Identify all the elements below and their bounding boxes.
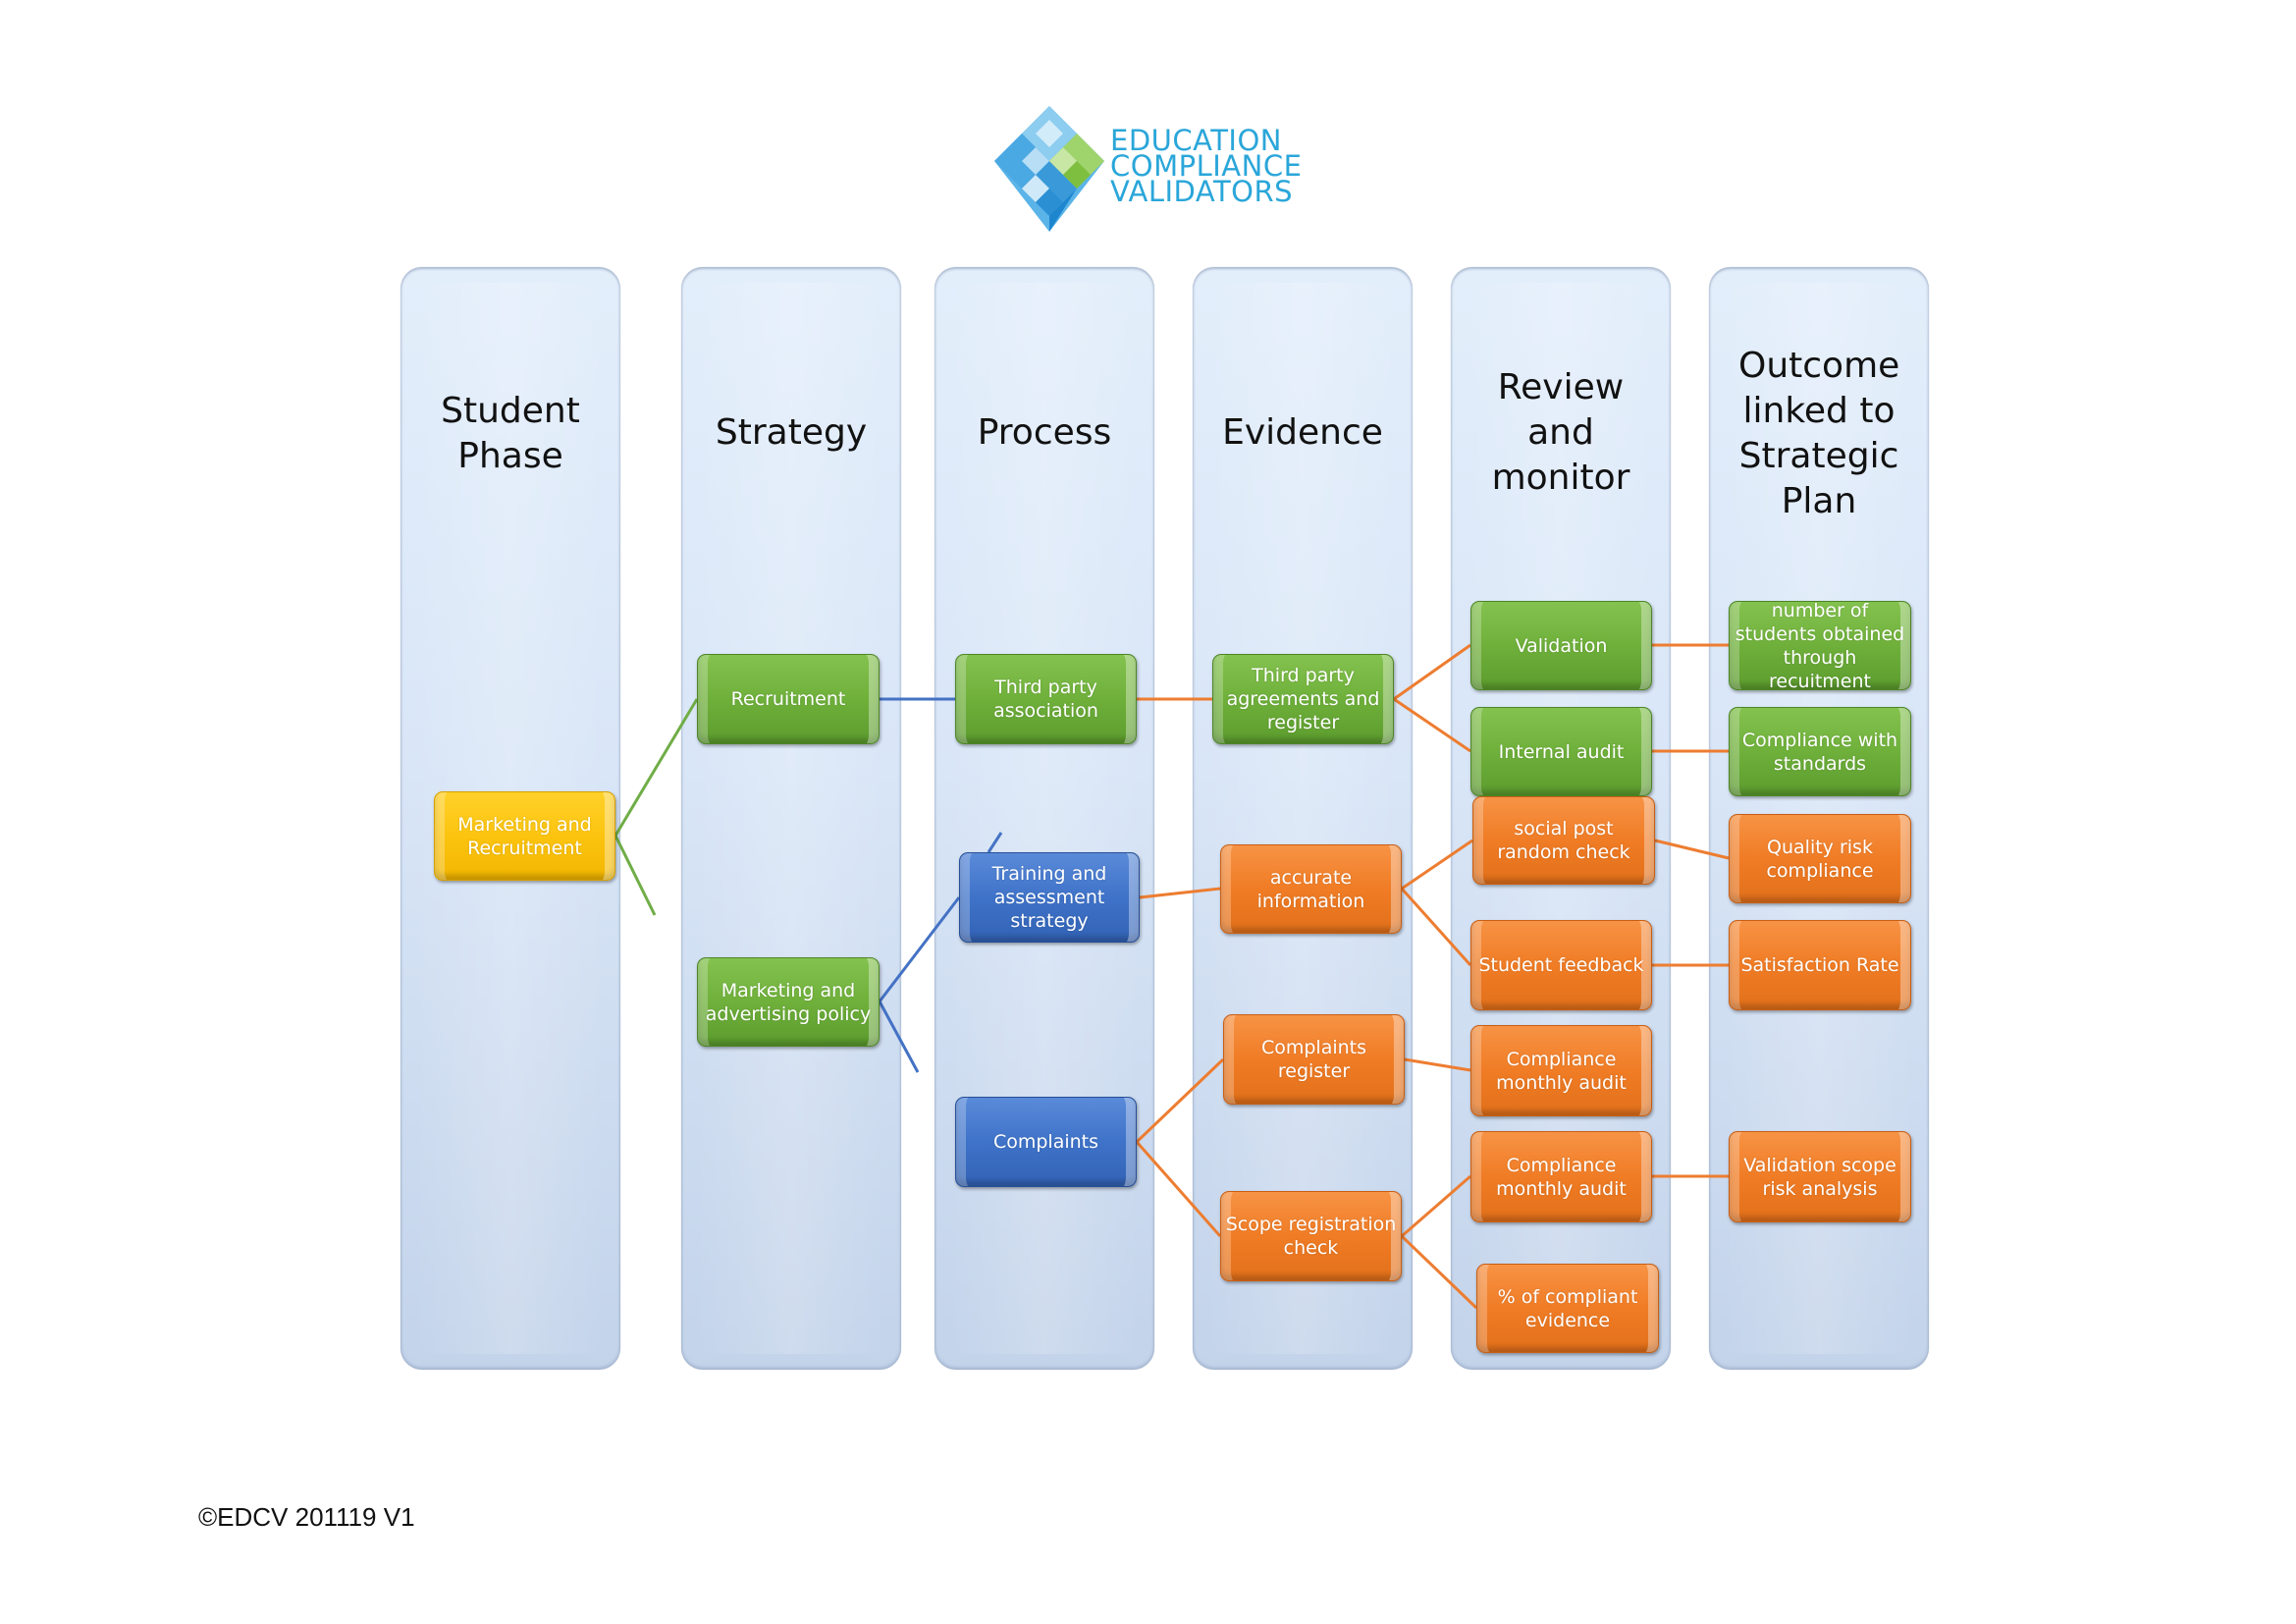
node-label: Recruitment xyxy=(730,688,846,710)
node-quality-risk-compliance: Quality risk compliance xyxy=(1729,814,1911,903)
connector-line xyxy=(878,896,961,1002)
node-label: Compliance monthly audit xyxy=(1496,1154,1627,1200)
connector-line xyxy=(614,698,699,837)
node-validation: Validation xyxy=(1470,601,1652,690)
node-label: Internal audit xyxy=(1498,740,1625,763)
node-validation-scope-risk: Validation scope risk analysis xyxy=(1729,1131,1911,1222)
connector-line xyxy=(1393,643,1471,701)
node-student-feedback: Student feedback xyxy=(1470,920,1652,1010)
node-label: Validation scope risk analysis xyxy=(1743,1154,1896,1200)
connector-line xyxy=(614,835,657,916)
node-marketing-recruitment: Marketing and Recruitment xyxy=(434,791,615,881)
node-scope-registration-check: Scope registration check xyxy=(1220,1191,1402,1281)
node-label: Scope registration check xyxy=(1225,1214,1397,1259)
node-label: Compliance monthly audit xyxy=(1496,1048,1627,1094)
node-number-of-students: number of students obtained through recu… xyxy=(1729,601,1911,690)
connector-line xyxy=(1139,887,1221,899)
node-compliance-with-standards: Compliance with standards xyxy=(1729,707,1911,796)
connector-lines xyxy=(614,643,1730,1310)
node-label: Satisfaction Rate xyxy=(1740,954,1899,976)
node-compliance-monthly-audit: Compliance monthly audit xyxy=(1470,1131,1652,1222)
connector-line xyxy=(1400,887,1472,967)
node-training-strategy: Training and assessment strategy xyxy=(959,852,1140,943)
node-label: Quality risk compliance xyxy=(1766,836,1874,882)
node-label: accurate information xyxy=(1256,866,1365,912)
node-label: Compliance with standards xyxy=(1741,729,1898,775)
connector-line xyxy=(1404,1057,1471,1072)
node-label: Complaints xyxy=(992,1131,1099,1153)
node-label: Third party association xyxy=(993,677,1098,722)
node-label: Training and assessment strategy xyxy=(991,863,1107,932)
connector-line xyxy=(878,1001,920,1073)
connector-line xyxy=(1393,697,1471,753)
connector-line xyxy=(1654,839,1730,860)
node-satisfaction-rate: Satisfaction Rate xyxy=(1729,920,1911,1010)
node-third-party-association: Third party association xyxy=(955,654,1137,744)
connector-line xyxy=(1135,1057,1225,1144)
connector-line xyxy=(1401,839,1473,891)
node-label: Student feedback xyxy=(1478,954,1644,976)
node-label: % of compliant evidence xyxy=(1497,1285,1638,1331)
node-accurate-information: accurate information xyxy=(1220,844,1402,934)
node-complaints: Complaints xyxy=(955,1097,1137,1187)
connector-line xyxy=(1401,1174,1471,1238)
node-percent-compliant-evidence: % of compliant evidence xyxy=(1476,1264,1659,1353)
node-compliance-monthly-audit: Compliance monthly audit xyxy=(1470,1025,1652,1116)
node-complaints-register: Complaints register xyxy=(1223,1014,1405,1105)
node-third-party-agreements: Third party agreements and register xyxy=(1212,654,1394,744)
node-label: Validation xyxy=(1515,634,1608,657)
connector-line xyxy=(1400,1234,1478,1310)
node-label: Complaints register xyxy=(1260,1037,1367,1082)
node-label: Marketing and Recruitment xyxy=(457,813,592,859)
connector-line xyxy=(987,832,1003,853)
node-label: number of students obtained through recu… xyxy=(1735,601,1905,690)
connector-line xyxy=(1135,1141,1222,1237)
node-label: Third party agreements and register xyxy=(1226,665,1380,733)
node-marketing-policy: Marketing and advertising policy xyxy=(697,957,880,1047)
node-social-post-random-check: social post random check xyxy=(1472,796,1655,885)
node-internal-audit: Internal audit xyxy=(1470,707,1652,796)
node-recruitment: Recruitment xyxy=(697,654,880,744)
node-label: Marketing and advertising policy xyxy=(705,979,872,1025)
node-label: social post random check xyxy=(1497,818,1630,863)
